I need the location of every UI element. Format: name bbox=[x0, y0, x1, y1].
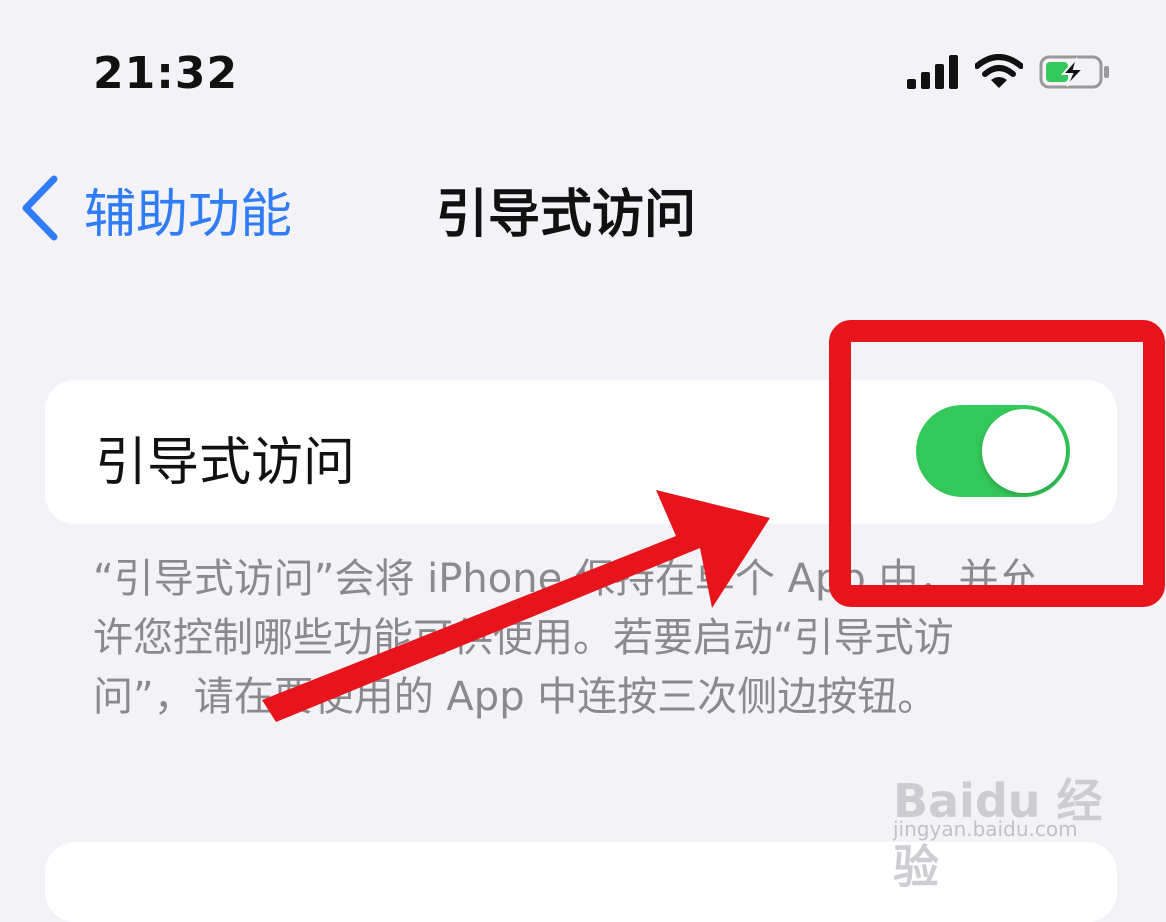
battery-charging-icon bbox=[1039, 54, 1111, 94]
status-time: 21:32 bbox=[93, 48, 239, 99]
back-label: 辅助功能 bbox=[84, 185, 293, 245]
guided-access-toggle[interactable] bbox=[916, 405, 1070, 497]
baidu-watermark: Baidu 经验 jingyan.baidu.com bbox=[893, 745, 1123, 894]
guided-access-card: 引导式访问 bbox=[45, 380, 1117, 524]
watermark-url: jingyan.baidu.com bbox=[893, 817, 1078, 841]
navigation-bar: 辅助功能 引导式访问 bbox=[0, 160, 1166, 250]
toggle-knob bbox=[982, 409, 1066, 493]
status-bar: 21:32 bbox=[0, 0, 1166, 140]
page-title: 引导式访问 bbox=[436, 185, 697, 245]
settings-card-next bbox=[45, 842, 1117, 922]
signal-icon bbox=[907, 55, 959, 93]
back-button[interactable]: 辅助功能 bbox=[20, 172, 292, 247]
guided-access-label: 引导式访问 bbox=[95, 433, 356, 493]
wifi-icon bbox=[974, 54, 1024, 94]
guided-access-description: “引导式访问”会将 iPhone 保持在单个 App 中，并允许您控制哪些功能可… bbox=[93, 556, 1039, 720]
chevron-left-icon bbox=[20, 175, 60, 245]
status-icons bbox=[907, 54, 1111, 94]
